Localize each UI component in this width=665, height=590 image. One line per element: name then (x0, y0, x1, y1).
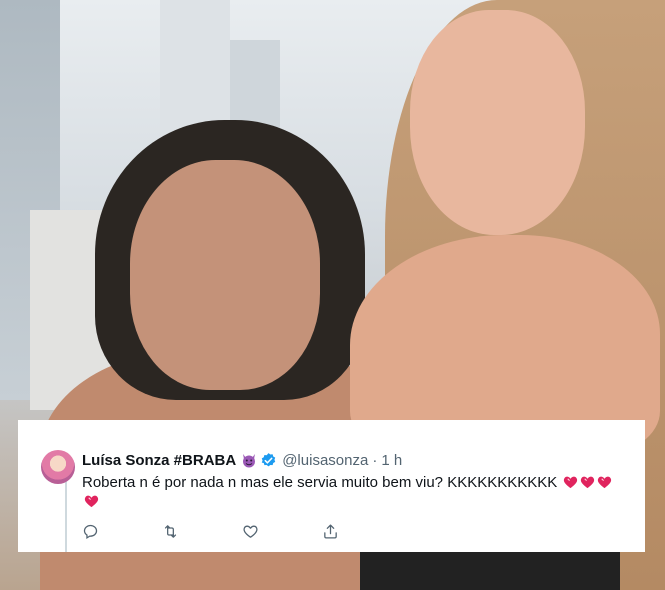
retweet-icon (164, 524, 177, 538)
reply-button[interactable] (82, 521, 162, 541)
heart-emoji (597, 475, 612, 489)
handle[interactable]: @luisasonza (282, 452, 368, 469)
like-icon (243, 525, 258, 538)
separator-dot: · (372, 451, 378, 469)
tweet-text-content: Roberta n é por nada n mas ele servia mu… (82, 474, 558, 491)
reply-icon (83, 524, 98, 539)
tweet-header: Luísa Sonza #BRABA @luisasonza · 1 h (82, 449, 402, 471)
heart-emoji (563, 475, 578, 489)
retweet-button[interactable] (162, 521, 242, 541)
avatar[interactable] (41, 450, 75, 484)
timestamp[interactable]: 1 h (381, 452, 402, 469)
share-icon (324, 523, 337, 539)
devil-emoji (241, 452, 257, 468)
tweet-text: Roberta n é por nada n mas ele servia mu… (82, 473, 622, 511)
display-name[interactable]: Luísa Sonza #BRABA (82, 452, 236, 469)
thread-line (65, 478, 67, 552)
woman-face (410, 10, 585, 235)
tweet-actions (82, 521, 402, 541)
heart-emoji (84, 494, 99, 508)
tweet-card[interactable]: Luísa Sonza #BRABA @luisasonza · 1 h Rob… (18, 420, 645, 552)
man-face (130, 160, 320, 390)
verified-badge-icon (260, 452, 277, 469)
like-button[interactable] (242, 521, 322, 541)
heart-emoji (580, 475, 595, 489)
share-button[interactable] (322, 521, 402, 541)
